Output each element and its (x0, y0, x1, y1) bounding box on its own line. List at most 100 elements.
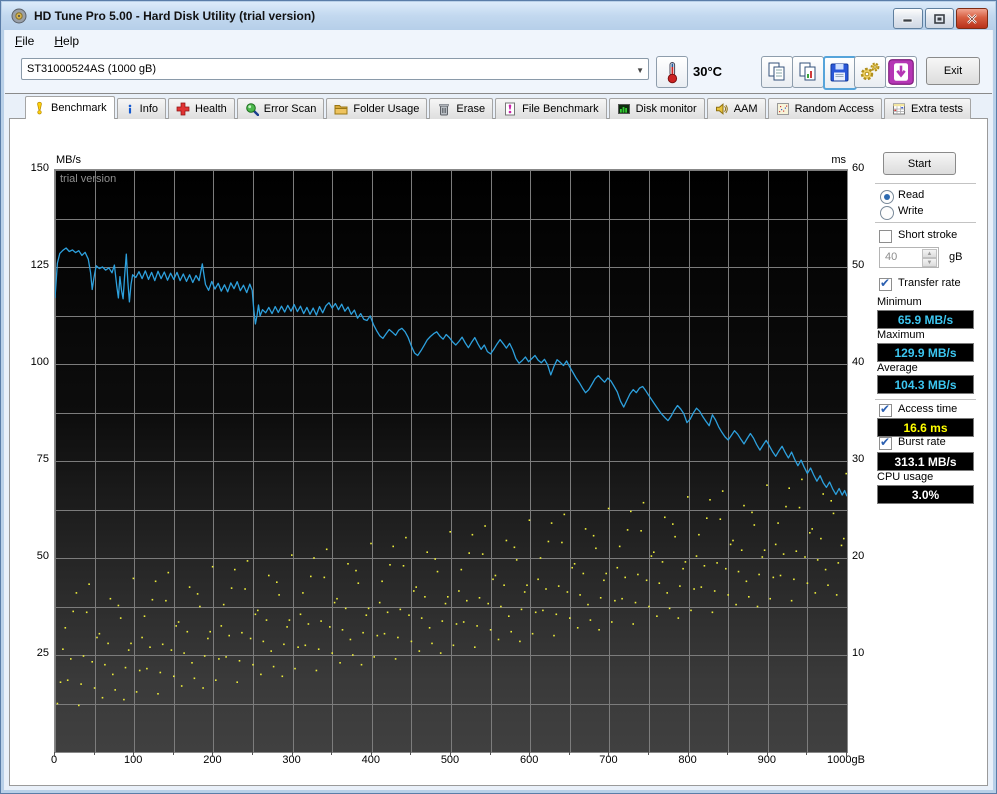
tab-error-scan[interactable]: Error Scan (237, 98, 325, 119)
access-time-dot (732, 540, 734, 542)
close-button[interactable] (956, 8, 988, 29)
access-time-dot (704, 565, 706, 567)
access-time-dot (822, 493, 824, 495)
access-time-checkbox[interactable] (879, 404, 892, 417)
save-button[interactable] (823, 56, 857, 90)
access-time-dot (571, 567, 573, 569)
tab-aam[interactable]: AAM (707, 98, 766, 119)
short-stroke-spinner[interactable]: 40 ▲ ▼ (879, 247, 939, 268)
access-time-dot (674, 536, 676, 538)
write-radio[interactable] (880, 206, 894, 220)
download-button[interactable] (885, 56, 917, 88)
access-time-dot (751, 512, 753, 514)
access-time-dot (611, 621, 613, 623)
tab-extra-tests[interactable]: Extra tests (884, 98, 971, 119)
access-time-dot (617, 567, 619, 569)
spinner-down-icon[interactable]: ▼ (922, 258, 937, 267)
tab-random-access[interactable]: Random Access (768, 98, 882, 119)
tab-file-benchmark[interactable]: File Benchmark (495, 98, 606, 119)
access-time-dot (302, 592, 304, 594)
access-time-dot (453, 645, 455, 647)
x-axis-tickmark (648, 752, 649, 755)
access-time-dot (569, 617, 571, 619)
aam-icon (715, 102, 729, 116)
exit-button[interactable]: Exit (926, 57, 980, 85)
access-time-dot (758, 574, 760, 576)
access-time-dot (764, 549, 766, 551)
burst-rate-label: Burst rate (898, 436, 946, 448)
short-stroke-label: Short stroke (898, 229, 957, 241)
options-button[interactable] (854, 56, 886, 88)
access-time-dot (223, 604, 225, 606)
access-time-dot (646, 580, 648, 582)
window-title: HD Tune Pro 5.00 - Hard Disk Utility (tr… (34, 9, 315, 23)
minimize-button[interactable] (893, 8, 923, 29)
y-right-unit: ms (806, 154, 846, 166)
chevron-down-icon: ▼ (636, 66, 644, 75)
access-time-dot (843, 538, 845, 540)
access-time-dot (558, 585, 560, 587)
access-time-dot (506, 540, 508, 542)
access-time-dot (614, 600, 616, 602)
access-time-dot (535, 612, 537, 614)
temperature-button[interactable] (656, 56, 688, 88)
access-time-dot (561, 542, 563, 544)
access-time-dot (300, 614, 302, 616)
access-time-dot (278, 594, 280, 596)
access-time-dot (70, 658, 72, 660)
access-time-dot (78, 705, 80, 707)
access-time-dot (96, 637, 98, 639)
access-time-dot (255, 614, 257, 616)
access-time-dot (392, 546, 394, 548)
short-stroke-checkbox[interactable] (879, 230, 892, 243)
access-time-dot (146, 668, 148, 670)
menu-file[interactable]: File (5, 31, 44, 51)
access-time-dot (276, 581, 278, 583)
tab-info[interactable]: Info (117, 98, 166, 119)
access-time-dot (76, 592, 78, 594)
maximize-button[interactable] (925, 8, 954, 29)
access-time-dot (516, 559, 518, 561)
transfer-rate-checkbox[interactable] (879, 278, 892, 291)
access-time-dot (801, 479, 803, 481)
access-time-dot (458, 590, 460, 592)
x-axis-tickmark (173, 752, 174, 755)
copy-button[interactable] (761, 56, 793, 88)
access-time-dot (474, 646, 476, 648)
access-time-dot (405, 537, 407, 539)
drive-select[interactable]: ST31000524AS (1000 gB) ▼ (21, 58, 649, 80)
access-time-dot (605, 573, 607, 575)
access-time-dot (183, 652, 185, 654)
copy-image-button[interactable] (792, 56, 824, 88)
tab-erase[interactable]: Erase (429, 98, 493, 119)
axis-tick-label: 60 (852, 162, 882, 174)
access-time-dot (712, 612, 714, 614)
access-time-dot (204, 655, 206, 657)
access-time-dot (400, 609, 402, 611)
start-button[interactable]: Start (883, 152, 956, 175)
tab-health[interactable]: Health (168, 98, 235, 119)
access-time-dot (595, 548, 597, 550)
access-time-dot (484, 525, 486, 527)
access-time-dot (191, 662, 193, 664)
access-time-dot (635, 602, 637, 604)
thermometer-icon (659, 59, 685, 85)
tab-benchmark[interactable]: Benchmark (25, 96, 115, 119)
menu-help[interactable]: Help (44, 31, 89, 51)
access-time-dot (207, 638, 209, 640)
access-time-dot (225, 656, 227, 658)
access-time-dot (283, 644, 285, 646)
spinner-up-icon[interactable]: ▲ (922, 249, 937, 258)
x-axis-tickmark (331, 752, 332, 755)
access-time-dot (526, 584, 528, 586)
access-time-dot (693, 588, 695, 590)
read-radio[interactable] (880, 190, 894, 204)
x-axis-tickmark (54, 752, 55, 757)
tab-folder-usage[interactable]: Folder Usage (326, 98, 427, 119)
access-time-dot (476, 625, 478, 627)
access-time-dot (656, 615, 658, 617)
tab-disk-monitor[interactable]: Disk monitor (609, 98, 705, 119)
access-time-dot (88, 583, 90, 585)
access-time-dot (838, 562, 840, 564)
burst-rate-checkbox[interactable] (879, 437, 892, 450)
